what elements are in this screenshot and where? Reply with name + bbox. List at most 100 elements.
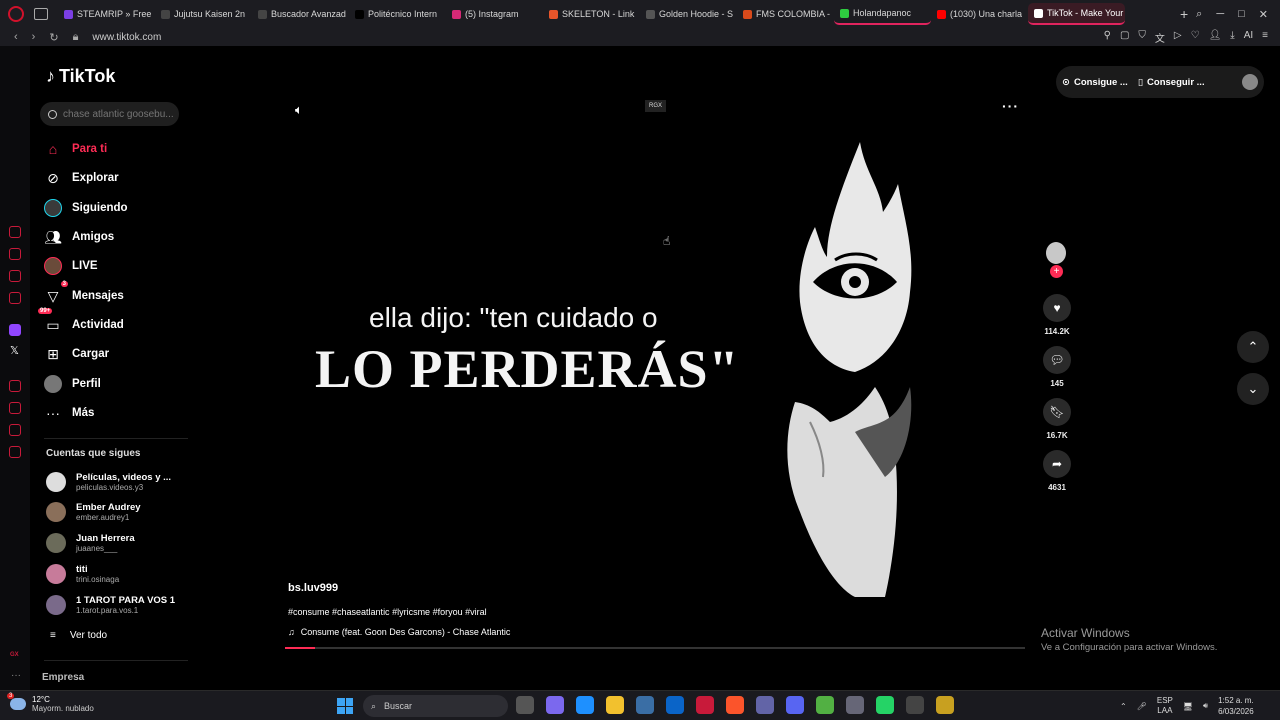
heart-icon[interactable]: ♥ — [1043, 294, 1071, 322]
minimize-icon[interactable]: ─ — [1216, 8, 1224, 21]
browser-tab[interactable]: Jujutsu Kaisen 2n — [155, 3, 252, 25]
more-dots-icon[interactable]: ··· — [11, 670, 21, 681]
browser-tab[interactable]: Buscador Avanzad — [252, 3, 349, 25]
back-icon[interactable]: ‹ — [14, 31, 18, 43]
volume-icon[interactable]: 🔊︎ — [1203, 701, 1208, 711]
brave-icon[interactable] — [726, 696, 744, 714]
browser-tab[interactable]: FMS COLOMBIA - — [737, 3, 834, 25]
next-video-button[interactable]: ⌄ — [1237, 373, 1269, 405]
start-button[interactable] — [337, 698, 353, 714]
tray-expand-icon[interactable]: ⌃ — [1120, 702, 1127, 711]
bookmark-icon[interactable]: 🔖︎ — [1043, 398, 1071, 426]
chatgpt-icon[interactable] — [906, 696, 924, 714]
get-coins-button[interactable]: ⊙ Consigue ... — [1062, 77, 1128, 88]
reload-icon[interactable]: ↻ — [49, 31, 58, 44]
browser-tab[interactable]: STEAMRIP » Free — [58, 3, 155, 25]
mic-icon[interactable]: 🎤︎ — [1137, 702, 1147, 711]
browser-tab[interactable]: Golden Hoodie - S — [640, 3, 737, 25]
pin-icon[interactable]: ⚲ — [1104, 30, 1111, 45]
follow-plus-icon[interactable]: + — [1050, 265, 1063, 278]
file-explorer-icon[interactable] — [606, 696, 624, 714]
account-icon[interactable]: 👤︎ — [1209, 30, 1222, 45]
menu-mas[interactable]: ··· Más — [44, 401, 184, 425]
get-app-button[interactable]: ▯ Conseguir ... — [1138, 77, 1205, 88]
download-icon[interactable]: ⤓ — [1230, 30, 1234, 45]
browser-tab[interactable]: (5) Instagram — [446, 3, 543, 25]
whatsapp-icon[interactable] — [9, 424, 21, 436]
chat-icon[interactable] — [9, 270, 21, 282]
browser-tab[interactable]: Holandapanoc — [834, 3, 931, 25]
menu-icon[interactable]: ≡ — [1262, 30, 1268, 45]
following-account[interactable]: Ember Audrey ember.audrey1 — [46, 502, 186, 522]
xbox-icon[interactable] — [816, 696, 834, 714]
edge-icon[interactable] — [576, 696, 594, 714]
new-tab-icon[interactable]: + — [1180, 6, 1188, 22]
clock[interactable]: 1:52 a. m. 6/03/2026 — [1218, 695, 1254, 717]
twitch-icon[interactable] — [9, 324, 21, 336]
task-view-icon[interactable] — [516, 696, 534, 714]
see-all-link[interactable]: ≡ Ver todo — [50, 630, 107, 641]
menu-live[interactable]: LIVE — [44, 254, 184, 278]
menu-amigos[interactable]: 👥︎ Amigos — [44, 225, 184, 249]
menu-actividad[interactable]: ▭ 99+ Actividad — [38, 308, 184, 337]
league-icon[interactable] — [936, 696, 954, 714]
speed-dial-icon[interactable] — [9, 226, 21, 238]
menu-perfil[interactable]: Perfil — [44, 372, 184, 396]
tab-sidebar-icon[interactable] — [34, 8, 48, 20]
following-account[interactable]: Películas, videos y ... peliculas.videos.… — [46, 472, 186, 492]
aria-icon[interactable] — [9, 248, 21, 260]
outlook-icon[interactable] — [666, 696, 684, 714]
search-input[interactable] — [63, 108, 173, 120]
video-progress-bar[interactable] — [285, 647, 1025, 649]
menu-cargar[interactable]: ⊞ Cargar — [44, 342, 184, 366]
store-icon[interactable] — [636, 696, 654, 714]
url-field[interactable]: www.tiktok.com — [92, 32, 161, 43]
language-indicator[interactable]: ESP LAA — [1157, 696, 1173, 716]
snapshot-icon[interactable]: ▢ — [1120, 30, 1129, 45]
copilot-icon[interactable] — [546, 696, 564, 714]
menu-para-ti[interactable]: ⌂ Para ti — [44, 137, 184, 161]
creator-avatar[interactable] — [1046, 242, 1066, 264]
share-action[interactable]: ➦ 4631 — [1042, 450, 1072, 492]
shield-icon[interactable]: ⛉ — [1138, 30, 1146, 45]
menu-mensajes[interactable]: ▽ 3 Mensajes — [44, 281, 184, 308]
maximize-icon[interactable]: □ — [1238, 8, 1245, 21]
discord-icon[interactable] — [786, 696, 804, 714]
search-tabs-icon[interactable]: ⌕ — [1196, 8, 1202, 21]
whatsapp-icon[interactable] — [876, 696, 894, 714]
close-icon[interactable]: ✕ — [1259, 8, 1268, 21]
comment-icon[interactable]: 💬︎ — [1043, 346, 1071, 374]
teams-icon[interactable] — [756, 696, 774, 714]
following-account[interactable]: Juan Herrera juaanes___ — [46, 533, 186, 553]
weather-widget[interactable]: 3 12°C Mayorm. nublado — [7, 693, 94, 713]
menu-explorar[interactable]: ⊘ Explorar — [44, 166, 184, 190]
browser-tab[interactable]: (1030) Una charla — [931, 3, 1028, 25]
browser-tab[interactable]: Politécnico Intern — [349, 3, 446, 25]
browser-tab[interactable]: SKELETON - Link — [543, 3, 640, 25]
x-icon[interactable]: 𝕏 — [10, 344, 22, 357]
taskbar-search[interactable]: ⌕ Buscar — [363, 695, 508, 717]
share-icon[interactable]: ➦ — [1043, 450, 1071, 478]
footer-company-link[interactable]: Empresa — [42, 672, 84, 683]
player-icon[interactable] — [9, 380, 21, 392]
forward-icon[interactable]: › — [32, 31, 36, 43]
video-player[interactable]: 🔈︎ RGX ··· ☝︎ ella dijo: "ten cuidado o … — [285, 90, 1030, 650]
video-hashtags[interactable]: #consume #chaseatlantic #lyricsme #foryo… — [288, 607, 487, 617]
user-avatar[interactable] — [1242, 74, 1258, 90]
tiktok-logo[interactable]: ♪ TikTok — [46, 66, 115, 87]
translate-icon[interactable]: 文 — [1155, 30, 1165, 45]
search-bar[interactable] — [40, 102, 179, 126]
network-icon[interactable]: 🖥︎ — [1183, 702, 1193, 711]
settings-icon[interactable] — [9, 446, 21, 458]
music-icon[interactable] — [9, 292, 21, 304]
history-icon[interactable] — [9, 402, 21, 414]
previous-video-button[interactable]: ⌃ — [1237, 331, 1269, 363]
heart-icon[interactable]: ♡ — [1191, 30, 1200, 45]
comment-action[interactable]: 💬︎ 145 — [1042, 346, 1072, 388]
video-song[interactable]: ♫ Consume (feat. Goon Des Garcons) - Cha… — [288, 627, 510, 637]
save-action[interactable]: 🔖︎ 16.7K — [1042, 398, 1072, 440]
menu-siguiendo[interactable]: Siguiendo — [44, 196, 184, 220]
opera-logo-icon[interactable] — [8, 6, 24, 22]
following-account[interactable]: 1 TAROT PARA VOS 1 1.tarot.para.vos.1 — [46, 595, 186, 615]
settings-icon[interactable] — [846, 696, 864, 714]
